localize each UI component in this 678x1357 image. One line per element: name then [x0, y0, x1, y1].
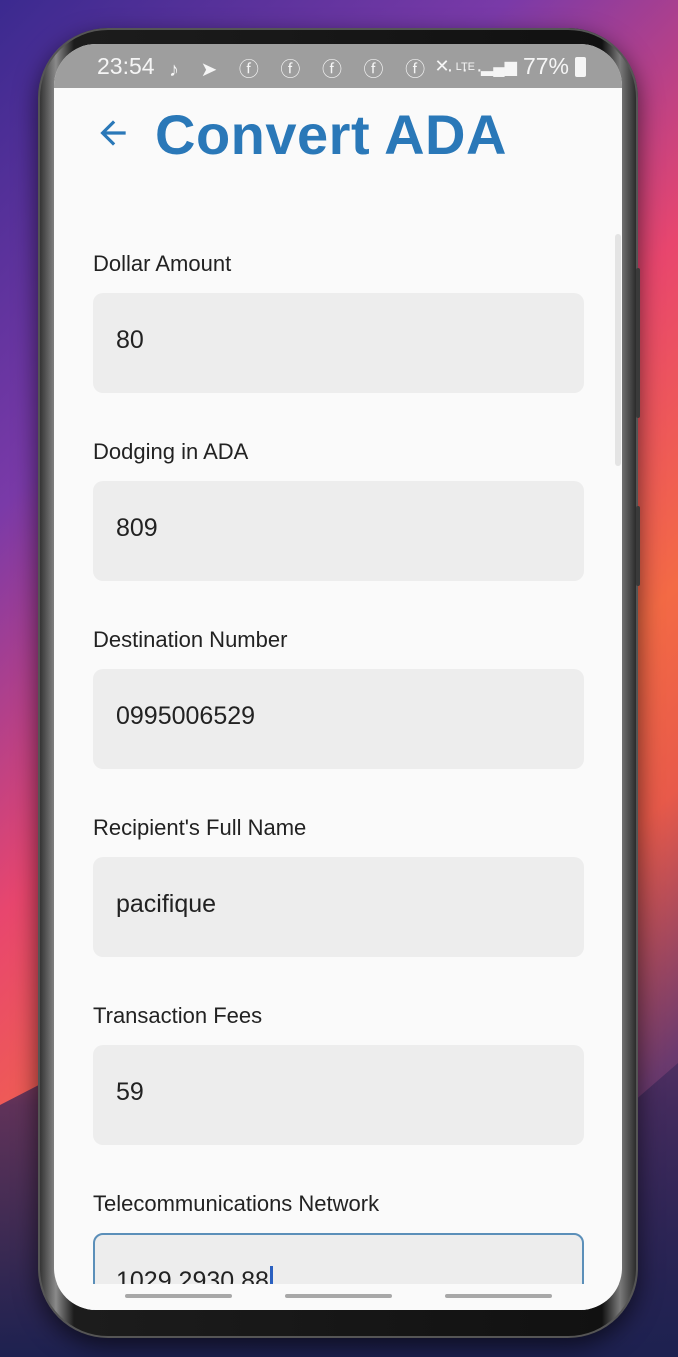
transaction-fees-value: 59 — [116, 1078, 144, 1106]
mute-icon: ✕ — [434, 56, 450, 76]
transaction-fees-label: Transaction Fees — [93, 1003, 263, 1028]
nav-recents-button[interactable] — [125, 1294, 232, 1298]
recipient-name-input[interactable]: pacifique — [93, 857, 584, 957]
destination-number-value: 0995006529 — [116, 702, 256, 730]
battery-icon — [575, 56, 586, 77]
power-button — [636, 506, 640, 586]
volume-button — [636, 268, 640, 418]
scrollbar[interactable] — [615, 234, 621, 466]
back-arrow-icon[interactable] — [94, 114, 132, 152]
app-screen: 23:54 ♪ ➤ ⓕ ⓕ ⓕ ⓕ ⓕ ··· ✕ LTE ▂▄▆ 77% Co… — [54, 44, 622, 1310]
nav-back-button[interactable] — [445, 1294, 552, 1298]
page-title: Convert ADA — [155, 103, 507, 166]
dollar-amount-value: 80 — [116, 326, 144, 354]
nav-home-button[interactable] — [285, 1294, 392, 1298]
dollar-amount-label: Dollar Amount — [93, 251, 232, 276]
dodging-ada-label: Dodging in ADA — [93, 439, 249, 464]
network-type: LTE — [455, 60, 475, 73]
status-bar: 23:54 ♪ ➤ ⓕ ⓕ ⓕ ⓕ ⓕ ··· ✕ LTE ▂▄▆ 77% — [54, 44, 622, 88]
system-nav-bar — [54, 1284, 622, 1310]
battery-percent: 77% — [522, 53, 569, 79]
recipient-name-label: Recipient's Full Name — [93, 815, 307, 840]
transaction-fees-input[interactable]: 59 — [93, 1045, 584, 1145]
telecom-network-label: Telecommunications Network — [93, 1191, 380, 1216]
dodging-ada-input[interactable]: 809 — [93, 481, 584, 581]
destination-number-input[interactable]: 0995006529 — [93, 669, 584, 769]
dodging-ada-value: 809 — [116, 514, 158, 542]
dollar-amount-input[interactable]: 80 — [93, 293, 584, 393]
signal-icon: ▂▄▆ — [481, 58, 517, 76]
status-time: 23:54 — [97, 53, 155, 79]
status-right: ✕ LTE ▂▄▆ 77% — [435, 53, 586, 80]
destination-number-label: Destination Number — [93, 627, 288, 652]
recipient-name-value: pacifique — [116, 890, 217, 918]
